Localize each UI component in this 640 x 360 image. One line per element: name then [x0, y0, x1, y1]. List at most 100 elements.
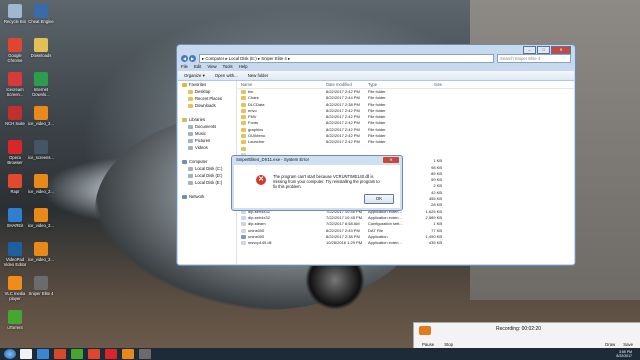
file-type: Application exten...: [368, 240, 402, 246]
forward-icon[interactable]: ▶: [189, 54, 196, 62]
desktop-icon[interactable]: NCH Suite: [2, 106, 28, 126]
desktop-icon-glyph: [34, 38, 48, 52]
taskbar-app-icon[interactable]: [88, 349, 100, 359]
taskbar-app-icon[interactable]: [37, 349, 49, 359]
menu-item[interactable]: Edit: [194, 64, 201, 70]
desktop-icon[interactable]: ice_video_2...: [28, 174, 54, 194]
recorder-save-button[interactable]: Save: [623, 342, 633, 347]
nav-item[interactable]: Documents: [178, 123, 236, 130]
nav-item[interactable]: Computer: [178, 158, 236, 165]
file-name: dlp-steam: [248, 221, 266, 227]
column-header[interactable]: Type: [368, 81, 408, 88]
nav-item-icon: [188, 97, 193, 101]
file-name: Launcher: [248, 139, 265, 145]
menu-item[interactable]: File: [181, 64, 188, 70]
command-button[interactable]: Open with...: [215, 73, 238, 78]
desktop-icon[interactable]: Cheat Engine: [28, 4, 54, 24]
desktop-icon[interactable]: SHAREit: [2, 208, 28, 228]
command-button[interactable]: Organize ▾: [184, 73, 205, 79]
nav-item[interactable]: Videos: [178, 144, 236, 151]
nav-item[interactable]: Favorites: [178, 81, 236, 88]
nav-item[interactable]: Libraries: [178, 116, 236, 123]
taskbar-app-icon[interactable]: [122, 349, 134, 359]
desktop-icon[interactable]: uTorrent: [2, 310, 28, 330]
desktop-icon[interactable]: ice_video_2...: [28, 208, 54, 228]
desktop-icon[interactable]: Internet Downlo...: [28, 72, 54, 97]
desktop-icon-glyph: [34, 208, 48, 222]
menu-item[interactable]: Tools: [223, 64, 233, 70]
nav-item[interactable]: Recent Places: [178, 95, 236, 102]
start-button[interactable]: [4, 349, 16, 359]
ok-button[interactable]: OK: [364, 194, 394, 204]
desktop-icon[interactable]: Opera Browser: [2, 140, 28, 165]
folder-icon: [241, 102, 246, 107]
search-input[interactable]: Search Sniper Elite 4: [497, 53, 571, 63]
desktop-icon-label: Downloads: [30, 53, 52, 58]
desktop-icon[interactable]: Rapr: [2, 174, 28, 194]
recording-status: Recording: 00:02:20: [496, 326, 542, 332]
nav-item[interactable]: Local Disk (D:): [178, 172, 236, 179]
desktop-icon[interactable]: Google Chrome: [2, 38, 28, 63]
file-name: unins000: [248, 233, 265, 239]
desktop-icon[interactable]: Recycle Bin: [2, 4, 28, 24]
table-row[interactable]: msvcp140.dll 10/28/2016 1:29 PM Applicatio…: [238, 240, 574, 246]
nav-item[interactable]: Music: [178, 130, 236, 137]
nav-item[interactable]: Downloads: [178, 102, 236, 109]
explorer-titlebar[interactable]: [177, 45, 575, 53]
desktop-icon-label: Opera Browser: [7, 155, 23, 165]
desktop-icon-label: SHAREit: [6, 223, 24, 228]
command-button[interactable]: New folder: [248, 73, 269, 78]
file-name: msvcp140.dll: [248, 240, 272, 246]
menu-item[interactable]: View: [207, 64, 216, 70]
recorder-pause-button[interactable]: Pause: [422, 342, 434, 347]
taskbar: 3:55 PM 8/22/2017: [0, 348, 640, 360]
desktop-icon[interactable]: VideoPad Video Editor: [2, 242, 28, 267]
desktop-icon-glyph: [34, 140, 48, 154]
desktop-icon[interactable]: ice_video_2...: [28, 106, 54, 126]
desktop-icon[interactable]: VLC media player: [2, 276, 28, 301]
address-bar[interactable]: ▸ Computer ▸ Local Disk (E:) ▸ Sniper El…: [199, 53, 494, 63]
taskbar-app-icon[interactable]: [54, 349, 66, 359]
desktop-icon-label: ice_video_2...: [28, 223, 54, 228]
nav-item-icon: [188, 167, 193, 171]
nav-item-label: Network: [189, 194, 205, 199]
nav-item[interactable]: Pictures: [178, 137, 236, 144]
nav-item-icon: [188, 146, 193, 150]
back-icon[interactable]: ◀: [181, 54, 188, 62]
desktop-icon-glyph: [8, 310, 22, 324]
taskbar-app-icon[interactable]: [71, 349, 83, 359]
nav-item: [178, 151, 236, 158]
nav-item[interactable]: Desktop: [178, 88, 236, 95]
desktop-icon-glyph: [34, 106, 48, 120]
recorder-stop-button[interactable]: Stop: [444, 342, 453, 347]
desktop-icon[interactable]: ice_screens...: [28, 140, 54, 160]
desktop-icon[interactable]: Icecream Screen...: [2, 72, 28, 97]
error-close-button[interactable]: ✕: [383, 157, 399, 163]
folder-icon: [241, 96, 246, 101]
file-name: bin: [248, 89, 254, 94]
taskbar-app-icon[interactable]: [105, 349, 117, 359]
desktop-icon-glyph: [34, 242, 48, 256]
file-name: DLCData: [248, 101, 265, 107]
nav-item[interactable]: Local Disk (C:): [178, 165, 236, 172]
taskbar-app-icon[interactable]: [139, 349, 151, 359]
desktop-icon-label: uTorrent: [7, 325, 23, 330]
column-header[interactable]: Date modified: [326, 81, 368, 88]
desktop-icon[interactable]: ice_video_2...: [28, 242, 54, 262]
system-tray-clock[interactable]: 3:55 PM 8/22/2017: [616, 350, 640, 358]
desktop-icon-label: Recycle Bin: [3, 19, 27, 24]
menu-item[interactable]: Help: [239, 64, 248, 70]
taskbar-app-icon[interactable]: [20, 349, 32, 359]
nav-item-label: Local Disk (D:): [195, 173, 223, 178]
recorder-draw-button[interactable]: Draw: [605, 342, 615, 347]
column-headers: Name Date modified Type Size: [238, 81, 574, 89]
error-dialog-title[interactable]: SniperElite4_DX11.exe - System Error: [232, 156, 402, 164]
column-header[interactable]: Name: [238, 81, 326, 88]
desktop-icon[interactable]: Downloads: [28, 38, 54, 58]
column-header[interactable]: Size: [408, 81, 442, 88]
command-bar: Organize ▾ Open with... New folder: [178, 71, 574, 81]
nav-item[interactable]: Network: [178, 193, 236, 200]
desktop-icon-glyph: [34, 276, 48, 290]
desktop-icon[interactable]: Sniper Elite 4: [28, 276, 54, 296]
nav-item[interactable]: Local Disk (E:): [178, 179, 236, 186]
